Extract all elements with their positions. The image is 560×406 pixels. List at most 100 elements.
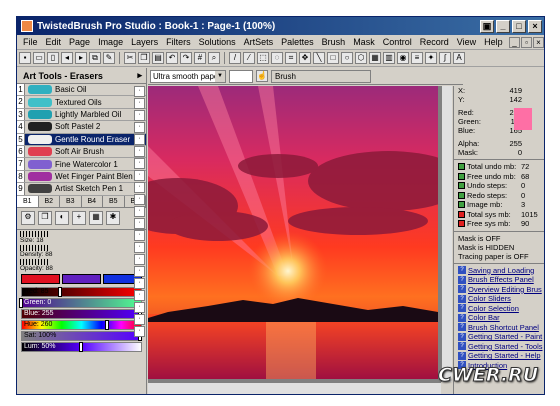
help-link-label[interactable]: Color Sliders	[468, 294, 511, 303]
menu-solutions[interactable]: Solutions	[195, 37, 240, 47]
select-rect-icon[interactable]: ⬚	[257, 52, 269, 64]
brush-slider[interactable]: Size: 18	[17, 230, 146, 244]
painting-canvas[interactable]	[148, 86, 438, 379]
help-link[interactable]: ? Color Bar	[454, 313, 544, 323]
effects-icon[interactable]: ✦	[425, 52, 437, 64]
script-icon[interactable]: ∫	[439, 52, 451, 64]
vertical-scrollbar[interactable]	[441, 86, 452, 382]
brush-copy-icon[interactable]: ❐	[38, 211, 52, 226]
brush-slot[interactable]: 5Gentle Round Eraser▶	[17, 133, 146, 146]
help-link-label[interactable]: Color Bar	[468, 313, 500, 322]
dropper-icon[interactable]: ⁄	[243, 52, 255, 64]
mdi-close-icon[interactable]: ×	[533, 36, 544, 48]
menu-filters[interactable]: Filters	[162, 37, 195, 47]
help-link-label[interactable]: Getting Started - Paint	[468, 332, 542, 341]
brush-option-toggle[interactable]: ·	[134, 242, 145, 253]
horizontal-scrollbar[interactable]	[148, 382, 441, 394]
fill-icon[interactable]: ▦	[369, 52, 381, 64]
maximize-button[interactable]: □	[512, 19, 526, 33]
help-link-label[interactable]: Brush Shortcut Panel	[468, 323, 539, 332]
tab-b1[interactable]: B1	[17, 195, 39, 207]
chevron-down-icon[interactable]: ▼	[215, 70, 225, 82]
color-slider[interactable]: Red: 85	[21, 286, 142, 297]
help-link[interactable]: ? Brush Effects Panel	[454, 275, 544, 285]
help-link-label[interactable]: Getting Started - Help	[468, 351, 541, 360]
help-link[interactable]: ? Overview Editing Brus	[454, 285, 544, 295]
brush-option-toggle[interactable]: ·	[134, 158, 145, 169]
brush-star-icon[interactable]: ✱	[106, 211, 120, 226]
brush-settings-icon[interactable]: ⚙	[21, 211, 35, 226]
pencil-icon[interactable]: ✎	[103, 52, 115, 64]
mdi-minimize-icon[interactable]: _	[509, 36, 520, 48]
help-link-label[interactable]: Overview Editing Brus	[468, 285, 542, 294]
brush-option-toggle[interactable]: ·	[134, 278, 145, 289]
paste-icon[interactable]: ▤	[152, 52, 164, 64]
polygon-icon[interactable]: ⬡	[355, 52, 367, 64]
brush-grid-icon[interactable]: ▦	[89, 211, 103, 226]
brush-option-toggle[interactable]: ·	[134, 218, 145, 229]
color-slider[interactable]: Blue: 255	[21, 308, 142, 319]
hand-icon[interactable]: ☝	[256, 70, 268, 82]
brush-option-toggle[interactable]: ·	[134, 254, 145, 265]
brush-option-toggle[interactable]: ·	[134, 134, 145, 145]
brush-option-toggle[interactable]: ·	[134, 206, 145, 217]
ellipse-icon[interactable]: ○	[341, 52, 353, 64]
paper-select[interactable]: Ultra smooth paper ▼	[150, 69, 226, 83]
brush-add-icon[interactable]: +	[72, 211, 86, 226]
brush-option-toggle[interactable]: ·	[134, 182, 145, 193]
brush-option-toggle[interactable]: ·	[134, 194, 145, 205]
tab-b3[interactable]: B3	[60, 195, 82, 207]
book-icon[interactable]: ▯	[47, 52, 59, 64]
brush-slot[interactable]: 1Basic Oil▶	[17, 84, 146, 97]
brush-option-toggle[interactable]: ·	[134, 302, 145, 313]
color-slider[interactable]: Sat: 100%	[21, 330, 142, 341]
menu-help[interactable]: Help	[480, 37, 507, 47]
rectangle-icon[interactable]: □	[327, 52, 339, 64]
brush-option-toggle[interactable]: ·	[134, 326, 145, 337]
menu-layers[interactable]: Layers	[127, 37, 162, 47]
copy-icon[interactable]: ❐	[138, 52, 150, 64]
brush-slot[interactable]: 4Soft Pastel 2▶	[17, 121, 146, 134]
help-link[interactable]: ? Saving and Loading	[454, 266, 544, 276]
page-prev-icon[interactable]: ◂	[61, 52, 73, 64]
color-slider[interactable]: Lum: 50%	[21, 341, 142, 352]
help-link[interactable]: ? Getting Started - Paint	[454, 332, 544, 342]
swatch-red[interactable]	[21, 273, 60, 284]
duplicate-icon[interactable]: ⧉	[89, 52, 101, 64]
brush-option-toggle[interactable]: ·	[134, 170, 145, 181]
close-button[interactable]: ×	[528, 19, 542, 33]
brush-slider[interactable]: Density: 88	[17, 244, 146, 258]
menu-artsets[interactable]: ArtSets	[240, 37, 278, 47]
brush-slot[interactable]: 7Fine Watercolor 1▶	[17, 158, 146, 171]
brush-option-toggle[interactable]: ·	[134, 146, 145, 157]
brush-slot[interactable]: 2Textured Oils▶	[17, 96, 146, 109]
text-icon[interactable]: A	[453, 52, 465, 64]
slider-knob[interactable]	[104, 319, 109, 330]
brush-option-toggle[interactable]: ·	[134, 230, 145, 241]
slider-knob[interactable]	[78, 341, 83, 352]
brush-option-toggle[interactable]: ·	[134, 86, 145, 97]
brush-icon[interactable]: /	[229, 52, 241, 64]
zoom-icon[interactable]: ⌕	[208, 52, 220, 64]
menu-control[interactable]: Control	[379, 37, 416, 47]
tab-b4[interactable]: B4	[82, 195, 103, 207]
menu-view[interactable]: View	[453, 37, 480, 47]
redo-icon[interactable]: ↷	[180, 52, 192, 64]
color-slider[interactable]: Hue: 260	[21, 319, 142, 330]
help-link[interactable]: ? Brush Shortcut Panel	[454, 323, 544, 333]
crop-icon[interactable]: ⌗	[285, 52, 297, 64]
brush-slot[interactable]: 8Wet Finger Paint Blen▶	[17, 170, 146, 184]
help-link-label[interactable]: Getting Started - Tools	[468, 342, 542, 351]
menu-mask[interactable]: Mask	[349, 37, 379, 47]
layers-icon[interactable]: ≡	[411, 52, 423, 64]
brush-slot[interactable]: 9Artist Sketch Pen 1▶	[17, 183, 146, 196]
new-page-icon[interactable]: ▭	[33, 52, 45, 64]
help-link[interactable]: ? Getting Started - Tools	[454, 342, 544, 352]
brush-slot[interactable]: 3Lightly Marbled Oil▶	[17, 108, 146, 122]
save-icon[interactable]: ▪	[19, 52, 31, 64]
brush-option-toggle[interactable]: ·	[134, 98, 145, 109]
cut-icon[interactable]: ✂	[124, 52, 136, 64]
slider-knob[interactable]	[58, 286, 63, 297]
brush-shape-icon[interactable]: ◐	[55, 211, 69, 226]
brush-option-toggle[interactable]: ·	[134, 314, 145, 325]
